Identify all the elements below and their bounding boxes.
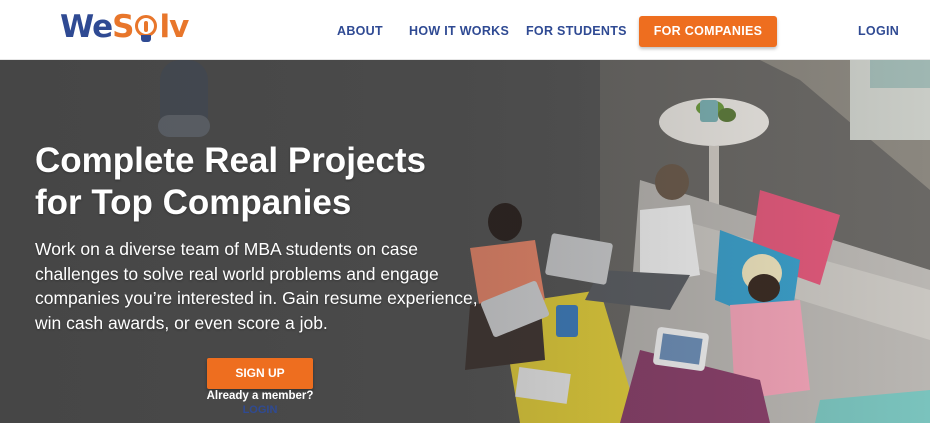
already-member-text: Already a member? xyxy=(206,390,314,402)
hero-login-link[interactable]: LOGIN xyxy=(200,404,320,416)
hero-section: Complete Real Projects for Top Companies… xyxy=(0,60,930,423)
hero-title: Complete Real Projects for Top Companies xyxy=(35,140,505,224)
sign-up-button[interactable]: SIGN UP xyxy=(207,358,313,389)
logo-text-s: S xyxy=(112,9,134,45)
for-companies-button[interactable]: FOR COMPANIES xyxy=(639,16,777,47)
nav-login-link[interactable]: LOGIN xyxy=(858,24,899,38)
wesolv-logo[interactable]: We Slv xyxy=(60,6,189,48)
lightbulb-icon xyxy=(134,12,158,42)
logo-text-lv: lv xyxy=(159,9,189,45)
nav-about-link[interactable]: ABOUT xyxy=(337,24,383,38)
nav-how-it-works-link[interactable]: HOW IT WORKS xyxy=(409,24,509,38)
hero-title-line2: for Top Companies xyxy=(35,183,352,222)
nav-for-students-link[interactable]: FOR STUDENTS xyxy=(526,24,627,38)
hero-subtitle: Work on a diverse team of MBA students o… xyxy=(35,239,478,333)
hero-title-line1: Complete Real Projects xyxy=(35,141,426,180)
logo-text-we: We xyxy=(60,9,113,45)
top-navbar: We Slv ABOUT HOW IT WORKS FOR STUDENTS FO… xyxy=(0,0,930,60)
